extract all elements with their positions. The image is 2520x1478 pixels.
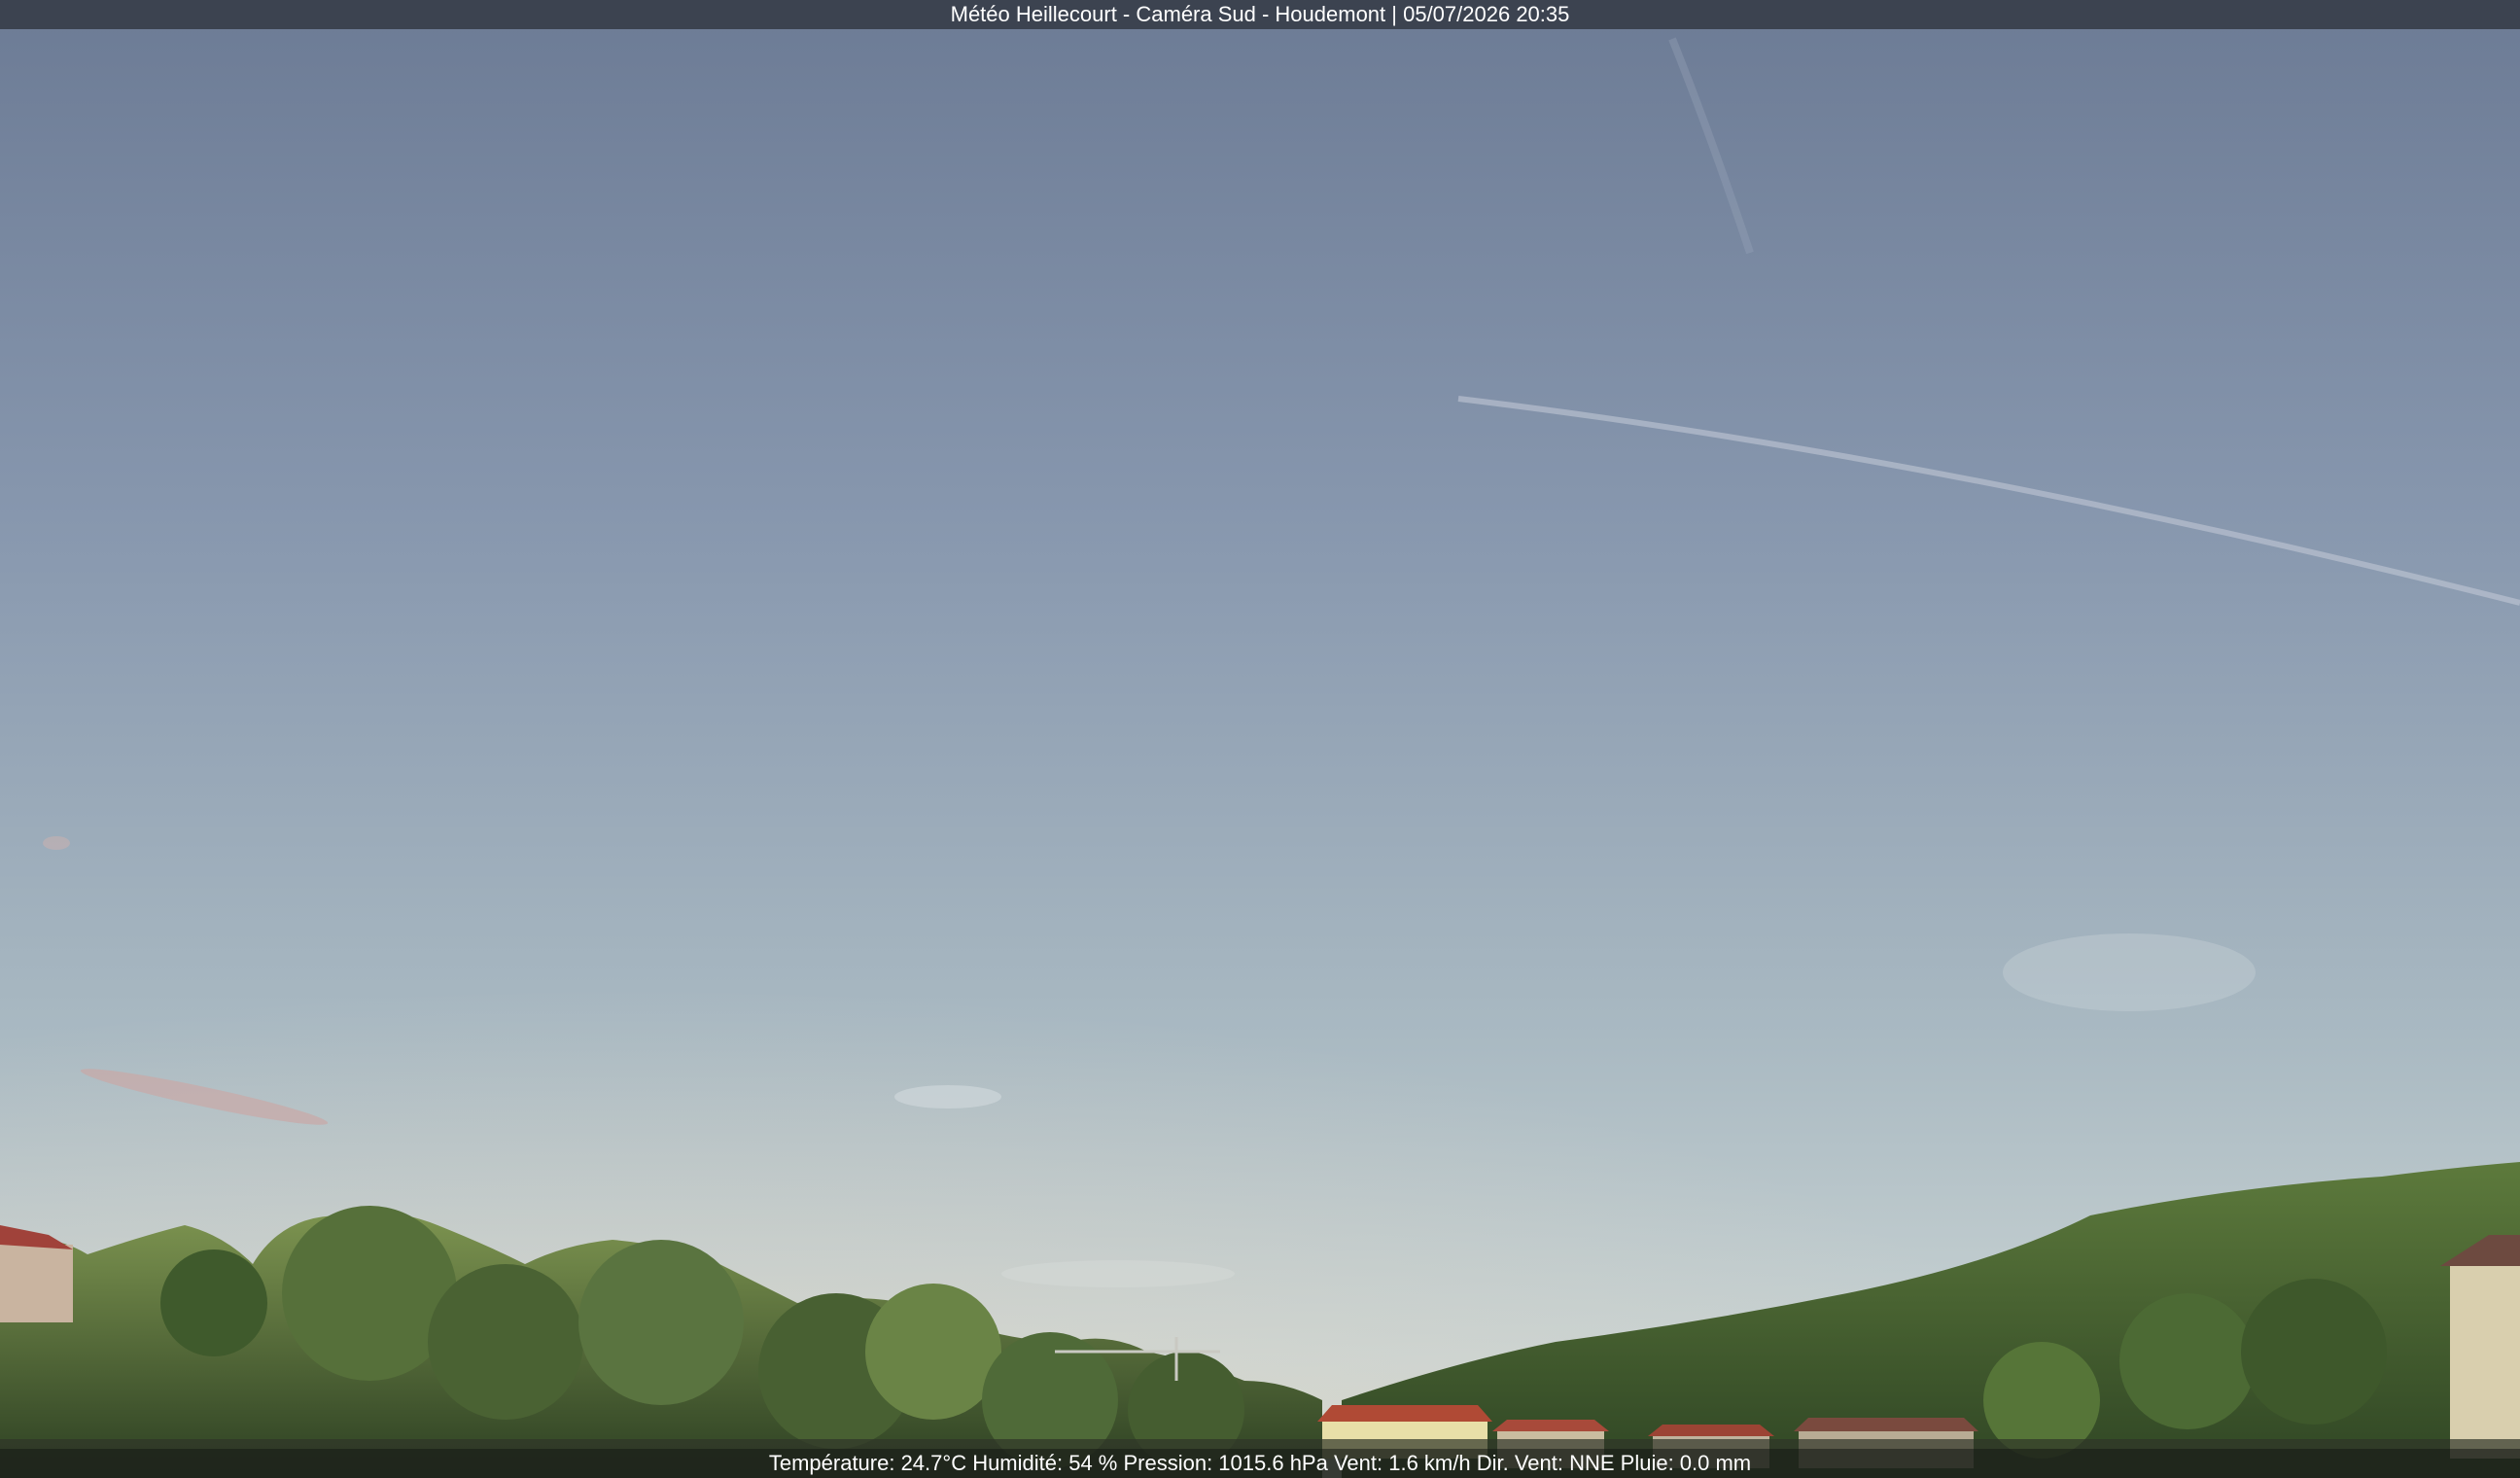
camera-title-bar: Météo Heillecourt - Caméra Sud - Houdemo… [0,0,2520,29]
cloud [43,836,70,850]
roof [1648,1425,1774,1436]
tree [865,1284,1001,1420]
weather-readout: Température: 24.7°C Humidité: 54 % Press… [768,1451,1752,1475]
roof [1492,1420,1609,1431]
roof [1794,1418,1978,1431]
tree [428,1264,583,1420]
cloud [1001,1260,1235,1287]
tree [578,1240,744,1405]
weather-readout-bar: Température: 24.7°C Humidité: 54 % Press… [0,1449,2520,1478]
roof [1317,1405,1492,1422]
camera-title: Météo Heillecourt - Caméra Sud - Houdemo… [950,2,1570,26]
building [0,1245,73,1322]
webcam-image [0,0,2520,1478]
tree [2241,1279,2387,1425]
cloud [2003,933,2256,1011]
cloud [894,1085,1001,1108]
tree [2119,1293,2256,1429]
tree [160,1249,267,1356]
building [2450,1264,2520,1459]
